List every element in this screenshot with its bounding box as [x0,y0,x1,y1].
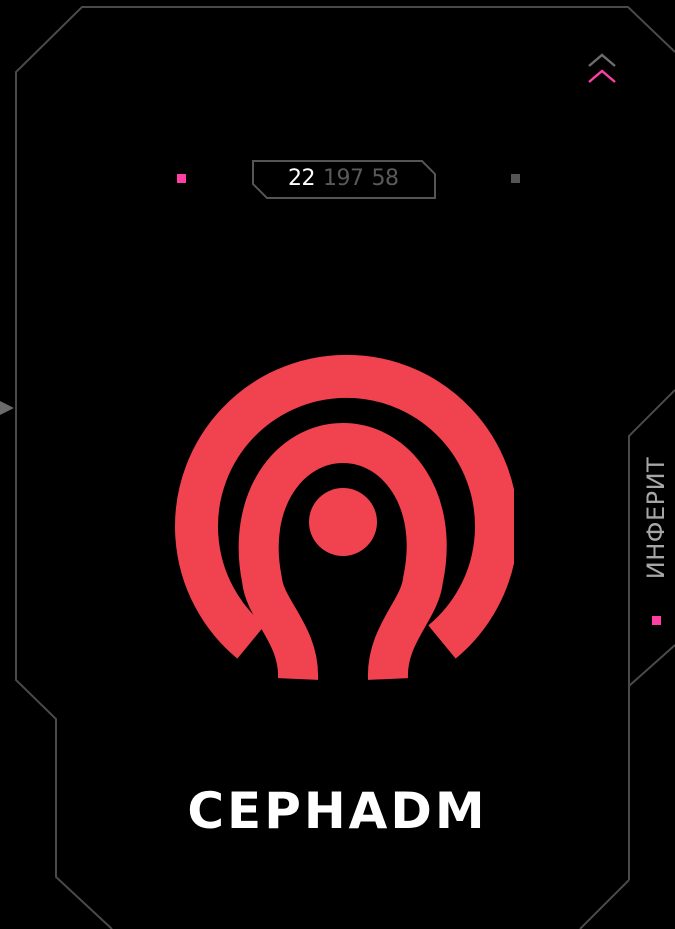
double-chevron-up-icon[interactable] [586,50,620,86]
ceph-logo-icon [175,354,514,680]
inactive-indicator-square [511,174,520,183]
side-tab-square [652,616,661,625]
counter-value-active[interactable]: 22 [288,166,316,191]
card-title: CEPHADM [187,782,488,840]
side-tab-label[interactable]: ИНФЕРИТ [642,457,670,579]
counter-value[interactable]: 58 [372,166,400,191]
counter: 22 197 58 [288,166,407,191]
triangle-right-icon[interactable] [0,399,16,417]
active-indicator-square [177,174,186,183]
counter-value[interactable]: 197 [323,166,364,191]
